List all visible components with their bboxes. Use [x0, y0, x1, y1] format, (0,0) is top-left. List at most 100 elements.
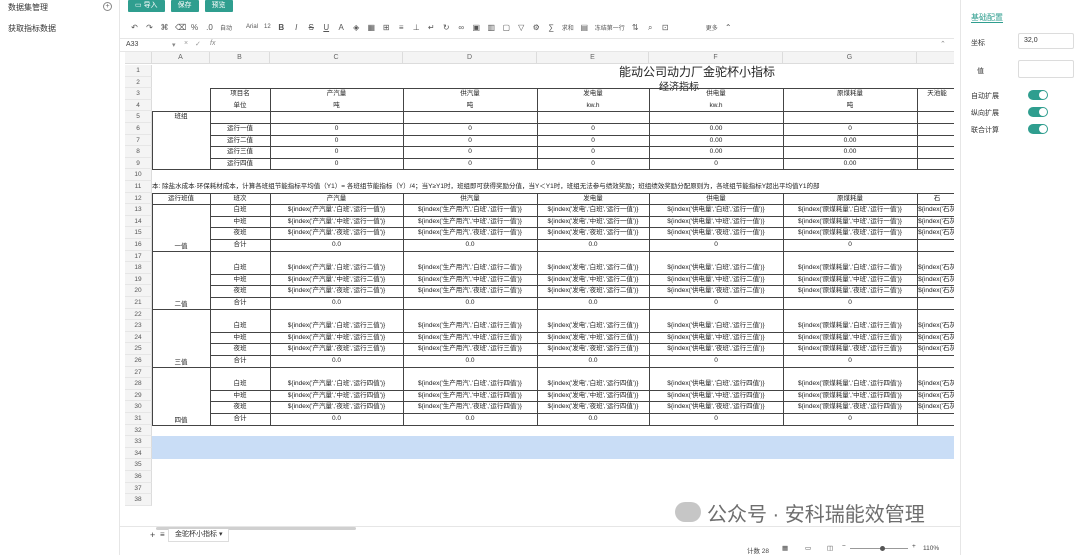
shift-cell[interactable]: 运行四值 [210, 158, 270, 170]
row-header[interactable]: 14 [125, 215, 152, 228]
row-header[interactable]: 38 [125, 494, 152, 506]
unit-cell[interactable]: kw.h [537, 100, 649, 112]
formula-cell[interactable]: ${index('原煤耗量','夜班','运行一值')} [783, 227, 917, 239]
formula-cell[interactable]: ${index('供电量','白班','运行四值')} [649, 378, 783, 390]
sum-value-cell[interactable]: 0 [649, 239, 783, 251]
formula-cell[interactable]: ${index('产汽量','中班','运行四值')} [270, 390, 403, 402]
value-cell[interactable]: 0 [403, 146, 537, 158]
formula-cell[interactable]: ${index('石灰 [917, 262, 954, 274]
formula-cell[interactable]: ${index('发电','夜班','运行三值')} [537, 343, 649, 355]
row-header[interactable]: 10 [125, 169, 152, 181]
row-header[interactable]: 13 [125, 204, 152, 216]
image-icon[interactable]: ▣ [472, 23, 481, 32]
formula-cell[interactable]: ${index('生产用汽','中班','运行四值')} [403, 390, 537, 402]
zoom-slider-knob[interactable] [880, 546, 885, 551]
sum-label-cell[interactable]: 合计 [210, 413, 270, 425]
column-header-c[interactable]: C [270, 52, 403, 64]
row-header[interactable]: 34 [125, 447, 152, 460]
freeze-icon[interactable]: ▤ [580, 23, 589, 32]
coord-input[interactable]: 32,0 [1018, 33, 1074, 49]
zoom-out-icon[interactable]: − [842, 543, 846, 550]
formula-cell[interactable]: ${index('供电量','夜班','运行三值')} [649, 343, 783, 355]
chevron-down-icon[interactable]: ▾ [172, 41, 176, 49]
format-painter-icon[interactable]: ⌘ [160, 23, 169, 32]
vertical-expand-toggle[interactable] [1028, 107, 1048, 117]
row-header[interactable]: 27 [125, 366, 152, 379]
formula-cell[interactable]: ${index('原煤耗量','白班','运行二值')} [783, 262, 917, 274]
grid-view-icon[interactable]: ▦ [782, 544, 788, 552]
value-cell[interactable]: 0 [537, 158, 649, 170]
section-header-cell[interactable]: 班次 [210, 193, 270, 205]
formula-cell[interactable]: ${index('生产用汽','白班','运行四值')} [403, 378, 537, 390]
formula-cell[interactable]: ${index('原煤耗量','白班','运行四值')} [783, 378, 917, 390]
formula-cell[interactable]: ${index('生产用汽','白班','运行二值')} [403, 262, 537, 274]
value-cell[interactable]: 0 [537, 146, 649, 158]
sheet-list-icon[interactable]: ≡ [160, 530, 165, 539]
sum-value-cell[interactable]: 0.0 [537, 239, 649, 251]
row-header[interactable]: 18 [125, 262, 152, 274]
select-all-corner[interactable] [125, 52, 152, 64]
row-header[interactable]: 26 [125, 355, 152, 367]
undo-icon[interactable]: ↶ [130, 23, 139, 32]
formula-cell[interactable]: ${index('发电','白班','运行三值')} [537, 320, 649, 332]
formula-cell[interactable]: ${index('石灰 [917, 332, 954, 344]
sum-value-cell[interactable]: 0 [783, 239, 917, 251]
formula-cell[interactable]: ${index('发电','夜班','运行四值')} [537, 401, 649, 413]
row-header[interactable]: 11 [125, 181, 152, 193]
sum-value-cell[interactable]: 0.0 [537, 297, 649, 309]
value-cell[interactable]: 0.00 [649, 135, 783, 147]
formula-cell[interactable]: ${index('发电','中班','运行四值')} [537, 390, 649, 402]
row-header[interactable]: 2 [125, 76, 152, 89]
formula-cell[interactable]: ${index('发电','白班','运行四值')} [537, 378, 649, 390]
sum-label-cell[interactable]: 合计 [210, 297, 270, 309]
formula-cell[interactable]: ${index('发电','中班','运行二值')} [537, 274, 649, 286]
col-name-cell[interactable]: 供电量 [649, 88, 783, 100]
row-header[interactable]: 12 [125, 192, 152, 205]
section-col-cell[interactable]: 原煤耗量 [783, 193, 917, 205]
row-header[interactable]: 28 [125, 378, 152, 390]
spreadsheet-grid[interactable]: A B C D E F G 1 2 3 4 5 6 7 8 9 10 11 12 13 14 15 16 17 18 19 20 21… [125, 52, 954, 526]
formula-cell[interactable]: ${index('原煤耗量','中班','运行三值')} [783, 332, 917, 344]
add-sheet-icon[interactable]: + [150, 530, 155, 540]
row-header[interactable]: 20 [125, 285, 152, 297]
sum-value-cell[interactable]: 0.0 [403, 297, 537, 309]
sum-value-cell[interactable]: 0.0 [270, 413, 403, 425]
formula-cell[interactable]: ${index('石灰 [917, 401, 954, 413]
value-cell[interactable]: 0 [270, 135, 403, 147]
column-header-extra[interactable] [917, 52, 954, 64]
formula-cell[interactable]: ${index('供电量','中班','运行三值')} [649, 332, 783, 344]
value-cell[interactable]: 0 [270, 123, 403, 135]
formula-cell[interactable]: ${index('石灰 [917, 216, 954, 228]
formula-cell[interactable]: ${index('供电量','夜班','运行四值')} [649, 401, 783, 413]
settings-icon[interactable]: ⚙ [532, 23, 541, 32]
row-header[interactable]: 7 [125, 134, 152, 147]
header-item-cell[interactable]: 项目名 [210, 88, 270, 100]
wrap-icon[interactable]: ↵ [427, 23, 436, 32]
formula-cell[interactable]: ${index('产汽量','夜班','运行四值')} [270, 401, 403, 413]
value-cell[interactable]: 0 [783, 123, 917, 135]
row-header[interactable]: 3 [125, 88, 152, 100]
shift-name-cell[interactable]: 中班 [210, 274, 270, 286]
sum-value-cell[interactable]: 0 [649, 297, 783, 309]
function-icon[interactable]: ∑ [547, 23, 556, 32]
chevron-up-icon[interactable]: ⌃ [724, 23, 733, 32]
value-cell[interactable]: 0 [537, 135, 649, 147]
formula-cell[interactable]: ${index('发电','中班','运行三值')} [537, 332, 649, 344]
comment-icon[interactable]: ▢ [502, 23, 511, 32]
sum-label-cell[interactable]: 合计 [210, 239, 270, 251]
row-header[interactable]: 16 [125, 239, 152, 251]
formula-cell[interactable]: ${index('供电量','白班','运行三值')} [649, 320, 783, 332]
row-header[interactable]: 1 [125, 65, 152, 77]
formula-cell[interactable]: ${index('发电','夜班','运行一值')} [537, 227, 649, 239]
formula-cell[interactable]: ${index('生产用汽','白班','运行三值')} [403, 320, 537, 332]
sidebar-item-dataset-management[interactable]: 数据集管理 [8, 2, 48, 13]
underline-icon[interactable]: U [322, 23, 331, 32]
shift-name-cell[interactable]: 白班 [210, 204, 270, 216]
formula-cell[interactable]: ${index('生产用汽','夜班','运行四值')} [403, 401, 537, 413]
formula-cell[interactable]: ${index('原煤耗量','夜班','运行三值')} [783, 343, 917, 355]
row-header[interactable]: 9 [125, 157, 152, 170]
col-name-cell[interactable]: 供汽量 [403, 88, 537, 100]
value-cell[interactable]: 0 [403, 123, 537, 135]
add-icon[interactable]: + [103, 2, 112, 11]
sum-value-cell[interactable]: 0 [649, 413, 783, 425]
